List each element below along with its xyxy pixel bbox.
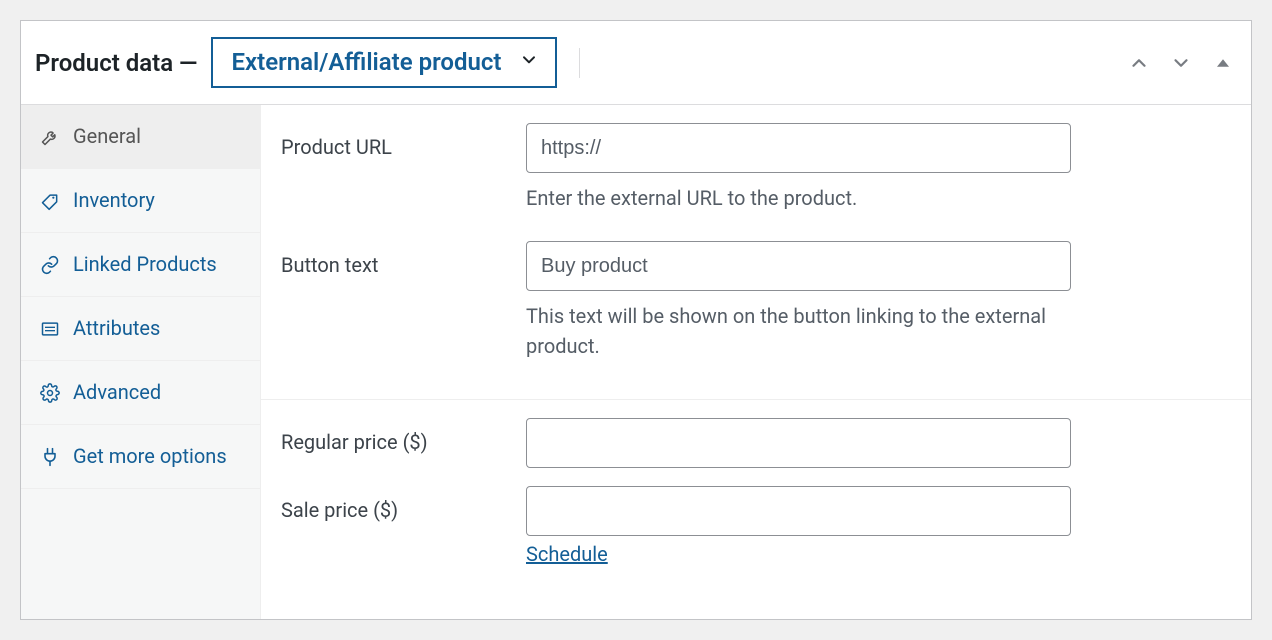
sidebar-item-label: Linked Products [73, 253, 242, 276]
regular-price-label: Regular price ($) [281, 418, 526, 454]
plug-icon [39, 446, 61, 468]
sidebar-item-general[interactable]: General [21, 105, 260, 169]
chevron-down-icon [519, 49, 539, 75]
sidebar: General Inventory Linked Products [21, 105, 261, 619]
sale-price-input[interactable] [526, 486, 1071, 536]
form-area: Product URL Enter the external URL to th… [261, 105, 1251, 619]
regular-price-input[interactable] [526, 418, 1071, 468]
sidebar-item-advanced[interactable]: Advanced [21, 361, 260, 425]
list-icon [39, 318, 61, 340]
link-icon [39, 254, 61, 276]
panel-body: General Inventory Linked Products [21, 105, 1251, 619]
sidebar-item-attributes[interactable]: Attributes [21, 297, 260, 361]
sidebar-item-label: Advanced [73, 381, 242, 404]
sidebar-item-label: Get more options [73, 445, 242, 468]
sidebar-item-label: Inventory [73, 189, 242, 212]
panel-move-up-button[interactable] [1125, 49, 1153, 77]
panel-title: Product data — [35, 49, 197, 77]
sidebar-item-label: Attributes [73, 317, 242, 340]
group-external: Product URL Enter the external URL to th… [261, 105, 1251, 399]
button-text-input[interactable] [526, 241, 1071, 291]
product-type-value: External/Affiliate product [231, 48, 501, 76]
panel-toggle-button[interactable] [1209, 49, 1237, 77]
tag-icon [39, 190, 61, 212]
panel-header: Product data — External/Affiliate produc… [21, 21, 1251, 105]
sidebar-item-get-more[interactable]: Get more options [21, 425, 260, 489]
sidebar-item-inventory[interactable]: Inventory [21, 169, 260, 233]
sidebar-item-linked[interactable]: Linked Products [21, 233, 260, 297]
schedule-link[interactable]: Schedule [526, 542, 608, 566]
product-data-panel: Product data — External/Affiliate produc… [20, 20, 1252, 620]
wrench-icon [39, 126, 61, 148]
button-text-label: Button text [281, 241, 526, 277]
product-url-input[interactable] [526, 123, 1071, 173]
product-url-label: Product URL [281, 123, 526, 159]
vertical-separator [579, 48, 580, 78]
product-type-select[interactable]: External/Affiliate product [211, 37, 557, 87]
sidebar-item-label: General [73, 125, 242, 148]
group-pricing: Regular price ($) Sale price ($) Schedul… [261, 400, 1251, 584]
panel-move-down-button[interactable] [1167, 49, 1195, 77]
gear-icon [39, 382, 61, 404]
product-url-help: Enter the external URL to the product. [526, 183, 1071, 213]
button-text-help: This text will be shown on the button li… [526, 301, 1071, 361]
panel-header-actions [1125, 49, 1237, 77]
sale-price-label: Sale price ($) [281, 486, 526, 522]
